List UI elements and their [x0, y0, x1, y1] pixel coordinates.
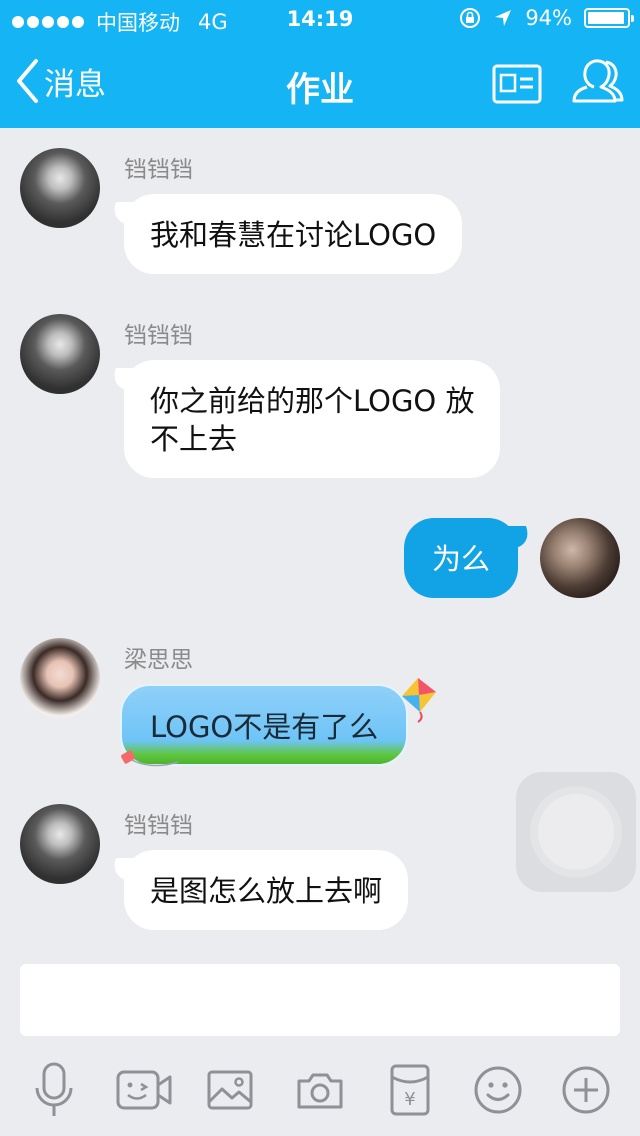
message-text: LOGO不是有了么	[150, 710, 379, 744]
message-input[interactable]	[20, 964, 620, 1036]
message-bubble[interactable]: 你之前给的那个LOGO 放 不上去	[124, 360, 501, 478]
my-avatar[interactable]	[540, 518, 620, 598]
header: 中国移动 4G 14:19 94% 消息 作业	[0, 0, 640, 128]
assistive-touch-button[interactable]	[516, 772, 636, 892]
message-bubble[interactable]: 我和春慧在讨论LOGO	[124, 194, 463, 274]
microphone-icon	[35, 1062, 73, 1116]
page-title: 作业	[286, 70, 354, 110]
camera-icon	[297, 1073, 343, 1109]
profile-card-icon[interactable]	[492, 64, 542, 104]
location-icon	[495, 10, 512, 26]
avatar[interactable]	[20, 314, 100, 394]
battery-percent: 94%	[525, 6, 572, 30]
avatar[interactable]	[20, 638, 100, 718]
message-text: 是图怎么放上去啊	[150, 874, 383, 908]
message-text: 我和春慧在讨论LOGO	[150, 218, 437, 252]
back-button[interactable]: 消息	[14, 58, 106, 104]
nav-bar: 消息 作业	[0, 40, 640, 128]
video-icon	[116, 1070, 172, 1110]
group-members-icon[interactable]	[568, 54, 626, 112]
camera-button[interactable]	[288, 1058, 352, 1122]
voice-button[interactable]	[22, 1058, 86, 1122]
svg-text:¥: ¥	[404, 1089, 415, 1110]
chat-screen: 中国移动 4G 14:19 94% 消息 作业 铛铛铛 我和春慧在讨论LOGO …	[0, 0, 640, 1136]
chevron-left-icon	[17, 59, 38, 103]
emoji-icon	[474, 1066, 522, 1114]
battery-icon	[584, 8, 634, 28]
kite-icon	[402, 678, 436, 723]
sender-name: 铛铛铛	[124, 323, 193, 349]
message-bubble[interactable]: 是图怎么放上去啊	[124, 850, 409, 930]
kite-string-icon	[121, 750, 179, 767]
status-bar: 中国移动 4G 14:19 94%	[0, 0, 640, 40]
avatar[interactable]	[20, 148, 100, 228]
video-call-button[interactable]	[112, 1058, 176, 1122]
message-text: 为么	[432, 542, 491, 576]
back-label: 消息	[44, 66, 106, 103]
sender-name: 梁思思	[124, 647, 193, 673]
more-button[interactable]	[554, 1058, 618, 1122]
red-packet-button[interactable]: ¥	[378, 1058, 442, 1122]
sender-name: 铛铛铛	[124, 813, 193, 839]
input-toolbar: ¥	[0, 1050, 640, 1130]
red-packet-icon: ¥	[390, 1064, 430, 1116]
sender-name: 铛铛铛	[124, 157, 193, 183]
emoji-button[interactable]	[466, 1058, 530, 1122]
avatar[interactable]	[20, 804, 100, 884]
message-text-line: 你之前给的那个LOGO 放	[150, 384, 475, 418]
message-text-line: 不上去	[150, 422, 238, 456]
image-icon	[207, 1070, 253, 1110]
plus-icon	[562, 1066, 610, 1114]
rotation-lock-icon	[460, 8, 481, 28]
photo-button[interactable]	[198, 1058, 262, 1122]
message-bubble-outgoing[interactable]: 为么	[404, 518, 519, 598]
